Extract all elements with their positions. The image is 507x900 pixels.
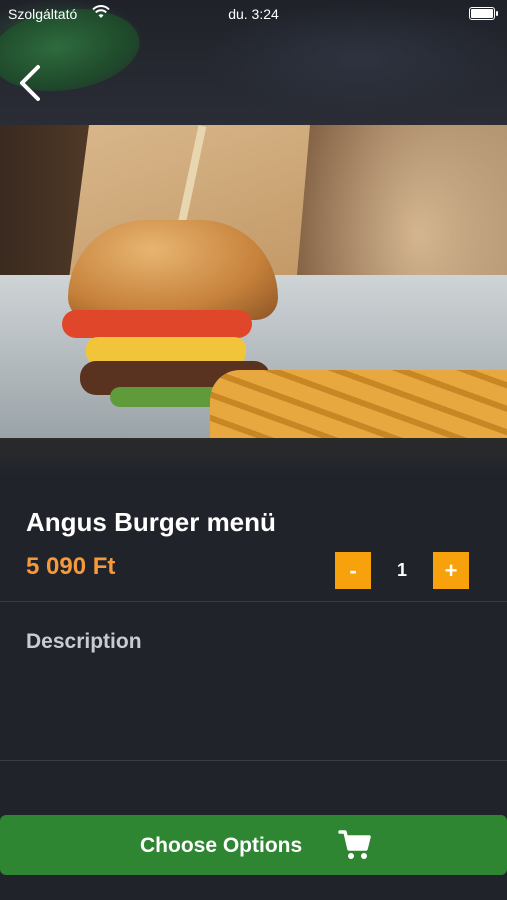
clock: du. 3:24 xyxy=(228,6,279,22)
choose-options-label: Choose Options xyxy=(140,834,303,857)
description-heading: Description xyxy=(26,630,142,653)
cart-icon xyxy=(338,830,371,859)
quantity-value: 1 xyxy=(396,560,407,580)
decrease-quantity-button[interactable]: - xyxy=(335,552,371,589)
chevron-left-icon[interactable] xyxy=(16,63,46,103)
product-title: Angus Burger menü xyxy=(26,507,276,537)
product-image xyxy=(0,125,507,438)
battery-icon xyxy=(469,7,498,20)
image-fade xyxy=(0,438,507,478)
divider xyxy=(0,601,507,602)
status-bar: Szolgáltató du. 3:24 xyxy=(0,0,507,26)
choose-options-button[interactable]: Choose Options xyxy=(0,815,507,875)
divider xyxy=(0,760,507,761)
product-price: 5 090 Ft xyxy=(26,553,116,580)
increase-quantity-button[interactable]: + xyxy=(433,552,469,589)
